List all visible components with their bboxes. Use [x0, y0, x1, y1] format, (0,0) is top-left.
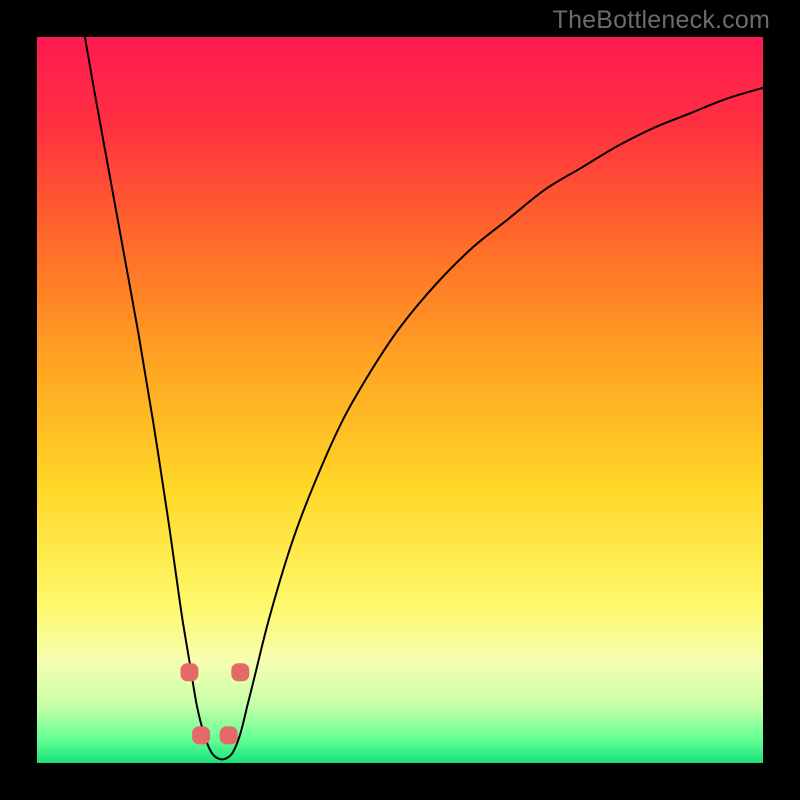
highlight-dot: [231, 663, 249, 681]
watermark-text: TheBottleneck.com: [553, 6, 770, 35]
highlight-dot: [180, 663, 198, 681]
highlight-dot: [192, 726, 210, 744]
chart-frame: [37, 37, 763, 763]
highlight-dot: [220, 726, 238, 744]
bottleneck-chart: [37, 37, 763, 763]
chart-background: [37, 37, 763, 763]
